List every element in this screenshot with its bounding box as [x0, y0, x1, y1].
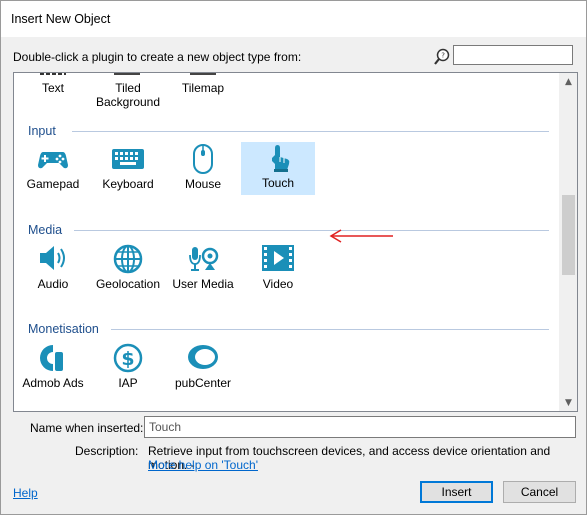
title-bar: Insert New Object [1, 1, 586, 37]
annotation-arrow-icon [327, 228, 397, 247]
plugin-item-geolocation[interactable]: Geolocation [91, 243, 165, 295]
plugin-item-touch[interactable]: Touch [241, 142, 315, 195]
plugin-item-tiled-background[interactable]: Tiled Background [91, 81, 165, 109]
plugin-label: Mouse [184, 177, 222, 191]
cancel-button[interactable]: Cancel [503, 481, 576, 503]
plugin-label: Keyboard [102, 177, 154, 191]
object-list[interactable]: Text Tiled Background Tilemap Input Game… [13, 72, 578, 412]
section-divider [111, 329, 549, 330]
name-input[interactable] [144, 416, 576, 438]
insert-object-dialog: Insert New Object Double-click a plugin … [0, 0, 587, 515]
plugin-label: Text [41, 81, 64, 95]
plugin-label: Gamepad [26, 177, 80, 191]
plugin-label: Geolocation [95, 277, 161, 291]
film-play-icon [241, 243, 315, 277]
svg-text:?: ? [441, 52, 445, 60]
gamepad-icon [16, 143, 90, 177]
plugin-item-audio[interactable]: Audio [16, 243, 90, 295]
tilemap-icon [190, 73, 216, 75]
window-title: Insert New Object [11, 12, 111, 26]
plugin-label: Touch [261, 176, 295, 190]
scroll-up-icon[interactable]: ▲ [560, 73, 577, 90]
plugin-item-user-media[interactable]: User Media [166, 243, 240, 295]
plugin-item-tilemap[interactable]: Tilemap [166, 81, 240, 95]
plugin-label: IAP [118, 376, 138, 390]
description-label: Description: [75, 444, 139, 458]
plugin-label: Video [262, 277, 294, 291]
section-divider [74, 230, 549, 231]
plugin-label: Audio [37, 277, 69, 291]
plugin-item-mouse[interactable]: Mouse [166, 143, 240, 195]
section-header-media: Media [28, 223, 63, 237]
vertical-scrollbar[interactable]: ▲ ▼ [559, 73, 577, 411]
speaker-icon [16, 243, 90, 277]
section-header-monetisation: Monetisation [28, 322, 99, 336]
tiled-background-icon [114, 73, 140, 75]
keyboard-icon [91, 143, 165, 177]
help-link[interactable]: Help [13, 486, 38, 500]
admob-icon [16, 342, 90, 376]
plugin-label: User Media [172, 277, 234, 291]
search-input[interactable] [453, 45, 573, 65]
scroll-thumb[interactable] [562, 195, 575, 275]
plugin-label: Tilemap [181, 81, 225, 95]
plugin-item-gamepad[interactable]: Gamepad [16, 143, 90, 195]
more-help-link[interactable]: More help on 'Touch' [148, 458, 258, 472]
plugin-item-video[interactable]: Video [241, 243, 315, 295]
plugin-item-admob-ads[interactable]: Admob Ads [16, 342, 90, 394]
svg-text:$: $ [121, 348, 134, 370]
plugin-item-text[interactable]: Text [16, 81, 90, 95]
insert-button[interactable]: Insert [420, 481, 493, 503]
plugin-label: Tiled Background [95, 81, 161, 109]
scroll-down-icon[interactable]: ▼ [560, 394, 577, 411]
name-label: Name when inserted: [30, 421, 144, 435]
pubcenter-icon [166, 342, 240, 376]
magnifier-icon[interactable]: ? [432, 47, 452, 67]
touch-icon [241, 142, 315, 176]
plugin-label: Admob Ads [22, 376, 84, 390]
plugin-item-iap[interactable]: $ IAP [91, 342, 165, 394]
plugin-item-keyboard[interactable]: Keyboard [91, 143, 165, 195]
dollar-coin-icon: $ [91, 342, 165, 376]
mouse-icon [166, 143, 240, 177]
plugin-label: pubCenter [174, 376, 232, 390]
section-header-input: Input [28, 124, 56, 138]
section-divider [72, 131, 549, 132]
text-icon [40, 73, 66, 75]
globe-icon [91, 243, 165, 277]
instruction-text: Double-click a plugin to create a new ob… [13, 50, 302, 64]
plugin-item-pubcenter[interactable]: pubCenter [166, 342, 240, 394]
webcam-microphone-icon [166, 243, 240, 277]
